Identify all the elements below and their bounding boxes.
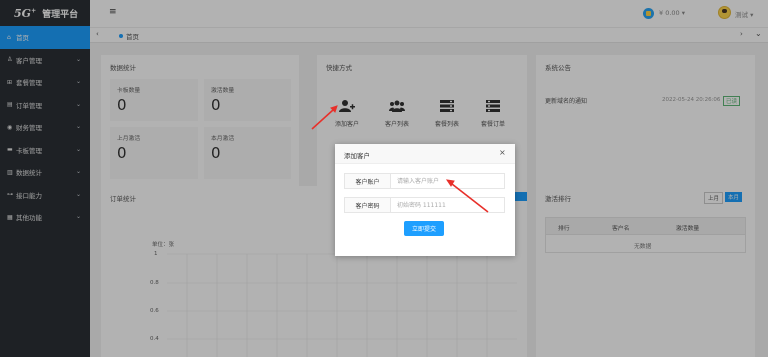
annotation-arrows xyxy=(311,105,489,213)
annotation-arrow xyxy=(311,109,334,130)
annotation-arrow xyxy=(451,183,489,213)
